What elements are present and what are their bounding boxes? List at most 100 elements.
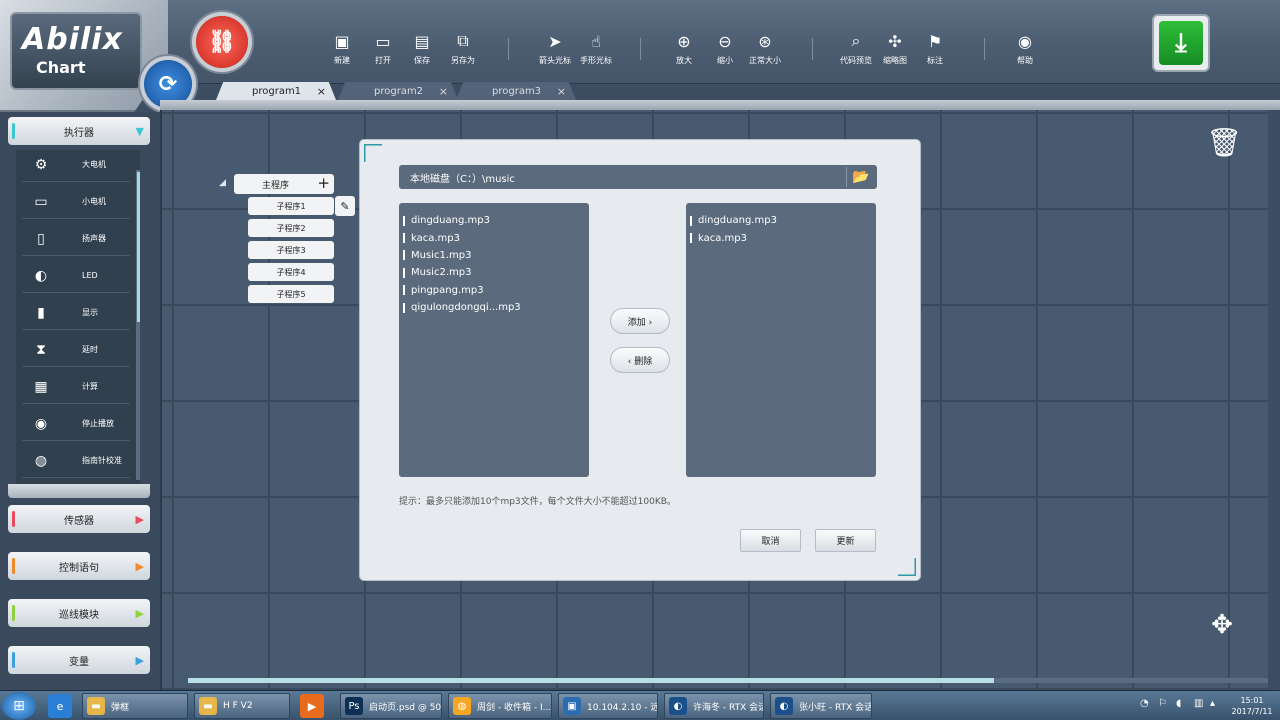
- tab-program1[interactable]: program1 ×: [216, 82, 336, 100]
- taskbar-item[interactable]: ◍ 周剑 - 收件箱 - I...: [448, 693, 552, 719]
- add-subprogram-button[interactable]: +: [317, 174, 330, 192]
- file-item[interactable]: kaca.mp3: [689, 229, 876, 246]
- taskbar-item[interactable]: ▬ 弹框: [82, 693, 188, 719]
- close-icon[interactable]: ×: [557, 85, 566, 98]
- file-item[interactable]: Music2.mp3: [402, 264, 589, 281]
- toolbar-button-8[interactable]: ⊛ 正常大小: [745, 30, 785, 72]
- taskbar-item-label: 10.104.2.10 - 远...: [587, 702, 657, 713]
- toolbar-button-0[interactable]: ▣ 新建: [322, 30, 362, 72]
- block-item[interactable]: ▭ 小电机: [22, 185, 130, 219]
- taskbar-item[interactable]: ◐ 张小旺 - RTX 会话: [770, 693, 872, 719]
- toolbar-button-7[interactable]: ⊖ 缩小: [705, 30, 745, 72]
- block-item[interactable]: ◐ LED: [22, 259, 130, 293]
- block-item[interactable]: ▮ 显示: [22, 296, 130, 330]
- update-button[interactable]: 更新: [815, 529, 876, 552]
- toolbar-button-9[interactable]: ⌕ 代码预览: [836, 30, 876, 72]
- category-line-tracking[interactable]: 巡线模块 ▶: [8, 599, 150, 627]
- subprogram-item[interactable]: 子程序4: [248, 263, 334, 281]
- taskbar: ⊞ e ▬ 弹框 ▬ H F V2 Ps 启动页.psd @ 50... ◍ 周剑 - 收件箱…: [0, 690, 1280, 720]
- download-button[interactable]: ⤓: [1152, 14, 1210, 72]
- start-button[interactable]: ⊞: [2, 692, 36, 720]
- toolbar-button-6[interactable]: ⊕ 放大: [664, 30, 704, 72]
- close-icon[interactable]: ×: [439, 85, 448, 98]
- toolbar-button-4[interactable]: ➤ 箭头光标: [535, 30, 575, 72]
- block-item[interactable]: ⧗ 延时: [22, 333, 130, 367]
- media-player-icon[interactable]: ▶: [300, 694, 324, 718]
- block-item[interactable]: ◍ 指南针校准: [22, 444, 130, 478]
- collapse-triangle-icon[interactable]: ◢: [219, 178, 226, 188]
- code-preview-icon: ⌕: [851, 31, 861, 50]
- toolbar-button-11[interactable]: ⚑ 标注: [915, 30, 955, 72]
- subprogram-item[interactable]: 子程序1: [248, 197, 334, 215]
- file-item[interactable]: qigulongdongqi...mp3: [402, 299, 589, 316]
- edit-icon[interactable]: ✎: [335, 196, 355, 216]
- taskbar-item[interactable]: ▣ 10.104.2.10 - 远...: [558, 693, 658, 719]
- toolbar-button-label: 另存为: [451, 56, 475, 65]
- speaker-icon[interactable]: ◖: [1176, 698, 1181, 709]
- palette-scroll-thumb[interactable]: [137, 172, 140, 322]
- folder-open-icon[interactable]: 📂: [851, 168, 871, 186]
- block-item[interactable]: ◉ 停止播放: [22, 407, 130, 441]
- category-control[interactable]: 控制语句 ▶: [8, 552, 150, 580]
- taskbar-item[interactable]: ▬ H F V2: [194, 693, 290, 719]
- cancel-button[interactable]: 取消: [740, 529, 801, 552]
- trash-icon[interactable]: 🗑: [1206, 126, 1242, 159]
- horizontal-scroll-thumb[interactable]: [188, 678, 994, 683]
- ime-icon[interactable]: ▥: [1194, 698, 1203, 709]
- add-button[interactable]: 添加 ›: [610, 308, 670, 334]
- taskbar-item[interactable]: Ps 启动页.psd @ 50...: [340, 693, 442, 719]
- app-icon: ▬: [199, 697, 217, 715]
- file-item[interactable]: dingduang.mp3: [402, 212, 589, 229]
- ie-icon[interactable]: e: [48, 694, 72, 718]
- toolbar-button-3[interactable]: ⧉ 另存为: [443, 30, 483, 72]
- file-name: Music1.mp3: [411, 249, 472, 261]
- file-item[interactable]: kaca.mp3: [402, 229, 589, 246]
- file-marker: [403, 285, 405, 296]
- hourglass-icon: ⧗: [36, 341, 46, 358]
- network-icon[interactable]: ◔: [1140, 698, 1149, 709]
- close-icon[interactable]: ×: [317, 85, 326, 98]
- subprogram-item[interactable]: 子程序5: [248, 285, 334, 303]
- block-label: 延时: [82, 345, 98, 354]
- taskbar-item-label: 启动页.psd @ 50...: [369, 702, 442, 713]
- flag-icon[interactable]: ⚐: [1158, 698, 1167, 709]
- remove-button[interactable]: ‹ 删除: [610, 347, 670, 373]
- category-sensors[interactable]: 传感器 ▶: [8, 505, 150, 533]
- tray-arrow-icon[interactable]: ▴: [1210, 698, 1215, 709]
- block-item[interactable]: ▦ 计算: [22, 370, 130, 404]
- system-clock[interactable]: 15:01 2017/7/11: [1224, 695, 1280, 717]
- taskbar-item[interactable]: ◐ 许海冬 - RTX 会话: [664, 693, 764, 719]
- toolbar-button-10[interactable]: ✣ 缩略图: [875, 30, 915, 72]
- main-program[interactable]: 主程序 +: [234, 174, 334, 194]
- toolbar-button-5[interactable]: ☝ 手形光标: [576, 30, 616, 72]
- toolbar-button-1[interactable]: ▭ 打开: [363, 30, 403, 72]
- toolbar-button-label: 正常大小: [749, 56, 781, 65]
- logo-subtitle: Chart: [36, 58, 86, 77]
- block-label: 大电机: [82, 160, 106, 169]
- subprogram-item[interactable]: 子程序3: [248, 241, 334, 259]
- move-icon[interactable]: ✥: [1207, 610, 1237, 640]
- link-icon: ⛓: [208, 29, 236, 55]
- taskbar-item-label: 周剑 - 收件箱 - I...: [477, 702, 552, 713]
- category-variables[interactable]: 变量 ▶: [8, 646, 150, 674]
- toolbar-button-2[interactable]: ▤ 保存: [402, 30, 442, 72]
- tab-program2[interactable]: program2 ×: [338, 82, 458, 100]
- file-name: qigulongdongqi...mp3: [411, 302, 521, 314]
- block-item[interactable]: ⚙ 大电机: [22, 148, 130, 182]
- zoom-in-icon: ⊕: [677, 31, 691, 51]
- file-item[interactable]: pingpang.mp3: [402, 282, 589, 299]
- source-file-list[interactable]: dingduang.mp3 kaca.mp3 Music1.mp3 Music2.mp…: [399, 203, 589, 477]
- small-motor-icon: ▭: [34, 193, 48, 210]
- subprogram-item[interactable]: 子程序2: [248, 219, 334, 237]
- file-item[interactable]: Music1.mp3: [402, 247, 589, 264]
- file-name: Music2.mp3: [411, 267, 472, 279]
- selected-file-list[interactable]: dingduang.mp3 kaca.mp3: [686, 203, 876, 477]
- block-item[interactable]: ▯ 扬声器: [22, 222, 130, 256]
- toolbar-button-12[interactable]: ◉ 帮助: [1005, 30, 1045, 72]
- category-actuators[interactable]: 执行器 ▼: [8, 117, 150, 145]
- tab-program3[interactable]: program3 ×: [456, 82, 576, 100]
- compass-icon: ◍: [34, 452, 48, 469]
- file-item[interactable]: dingduang.mp3: [689, 212, 876, 229]
- triangle-right-icon: ▶: [135, 653, 144, 667]
- connect-button[interactable]: ⛓: [196, 16, 248, 68]
